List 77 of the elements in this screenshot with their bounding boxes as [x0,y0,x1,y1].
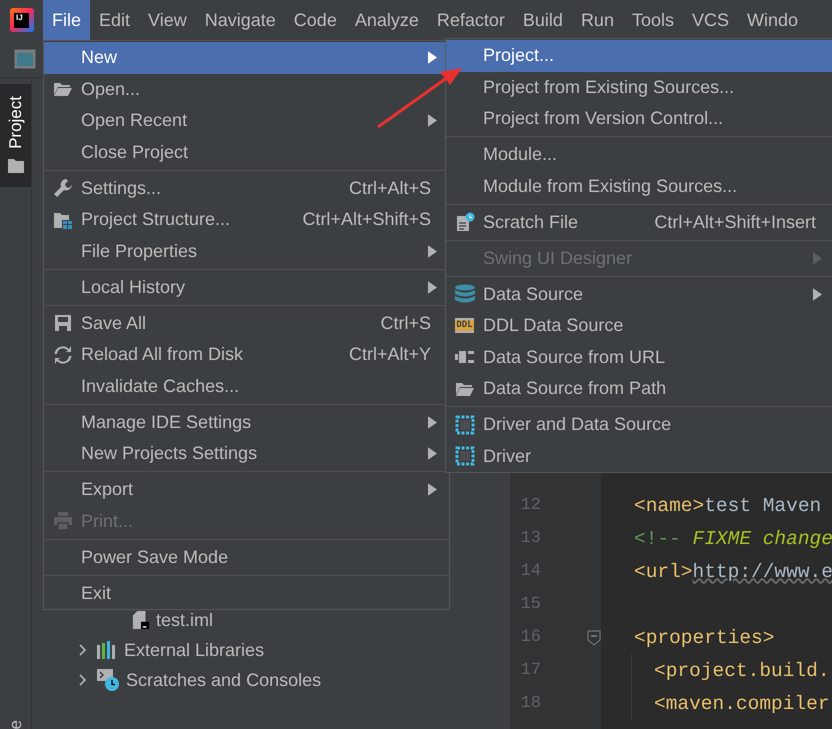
code-line: <properties> [634,626,776,650]
menu-item[interactable]: Project Structure... Ctrl+Alt+Shift+S [44,204,449,236]
menu-item[interactable]: Export [44,474,449,506]
code-line: <name>test Maven [634,494,822,518]
file-icon [132,610,150,630]
printer-icon [52,511,72,532]
menu-item[interactable]: Scratch File Ctrl+Alt+Shift+Insert [446,206,832,238]
app-logo: IJ [10,8,34,32]
menu-item[interactable]: Project from Version Control... [446,103,832,134]
menu-item[interactable]: Power Save Mode [44,542,449,573]
window-icon [14,48,36,68]
menu[interactable]: VCS [683,0,738,40]
tree-item[interactable]: Scratches and Consoles [32,665,510,695]
menu[interactable]: Tools [622,0,683,40]
menu-item[interactable]: Settings... Ctrl+Alt+S [44,172,449,204]
reload-icon [52,344,72,365]
menu[interactable]: Refactor [428,0,514,40]
shortcut-label: Ctrl+S [380,312,432,334]
tool-window-tab[interactable]: Project [0,84,31,187]
console-clock-icon [96,668,120,692]
menu-item[interactable]: Driver and Data Source [446,409,832,440]
submenu-arrow-icon [813,288,822,301]
menu-item[interactable]: Data Source [446,278,832,310]
code-line: <project.build. [631,654,832,687]
menu-item[interactable]: Invalidate Caches... [44,370,449,402]
tool-window-tab[interactable]: e [7,716,24,729]
menu-item[interactable]: Project... [446,40,832,72]
shortcut-label: Ctrl+Alt+Y [348,344,432,366]
menu-item[interactable]: Project from Existing Sources... [446,72,832,103]
menu-item[interactable]: File Properties [44,236,449,267]
shortcut-label: Ctrl+Alt+Shift+S [302,209,432,230]
submenu-arrow-icon [428,280,437,294]
database-icon [454,284,476,304]
submenu-arrow-icon [428,483,437,496]
menu[interactable]: Run [572,0,623,40]
tree-item[interactable]: External Libraries [32,635,510,665]
menu-item[interactable]: Data Source from Path [446,373,832,404]
menu-item[interactable]: Module from Existing Sources... [446,170,832,202]
menu-item[interactable]: Open... [44,74,449,105]
scratch-file-icon [454,212,474,232]
menu-item[interactable]: Local History [44,272,449,303]
submenu-arrow-icon [428,244,437,258]
menu-item[interactable]: New Projects Settings [44,438,449,470]
menu-item[interactable]: Data Source from URL [446,342,832,373]
fold-icon[interactable] [587,630,601,646]
menu-item[interactable]: Open Recent [44,105,449,136]
menu-item[interactable]: DDL DDL Data Source [446,310,832,342]
menu-item[interactable]: Close Project [44,136,449,168]
menu[interactable]: Analyze [346,0,428,40]
ddl-icon: DDL [455,318,474,334]
wrench-icon [52,178,72,198]
menu[interactable]: Windo [738,0,808,40]
menu[interactable]: Edit [90,0,140,40]
menu[interactable]: File [43,0,90,40]
menu-item[interactable]: Manage IDE Settings [44,406,449,438]
driver-icon [454,445,476,468]
menu[interactable]: Navigate [196,0,285,40]
menu[interactable]: Code [284,0,346,40]
folder-icon [8,158,24,173]
submenu-arrow-icon [428,114,437,128]
menu[interactable]: Build [514,0,572,40]
menu[interactable]: View [139,0,196,40]
code-line: <!-- FIXME change [634,526,832,552]
code-line: <maven.compiler [631,687,832,720]
menu-item[interactable]: Driver [446,440,832,472]
menu-item[interactable]: Save All Ctrl+S [44,308,449,339]
menu-item[interactable]: Module... [446,139,832,170]
code-line: <url>http://www.e [634,560,832,584]
menu-item[interactable]: Reload All from Disk Ctrl+Alt+Y [44,339,449,370]
submenu-arrow-icon [813,252,822,265]
submenu-arrow-icon [428,447,437,460]
submenu-arrow-icon [428,51,437,64]
shortcut-label: Ctrl+Alt+Shift+Insert [654,212,817,233]
submenu-arrow-icon [428,416,437,429]
shortcut-label: Ctrl+Alt+S [348,178,432,199]
library-bars-icon [96,640,118,660]
driver-icon [454,414,476,436]
